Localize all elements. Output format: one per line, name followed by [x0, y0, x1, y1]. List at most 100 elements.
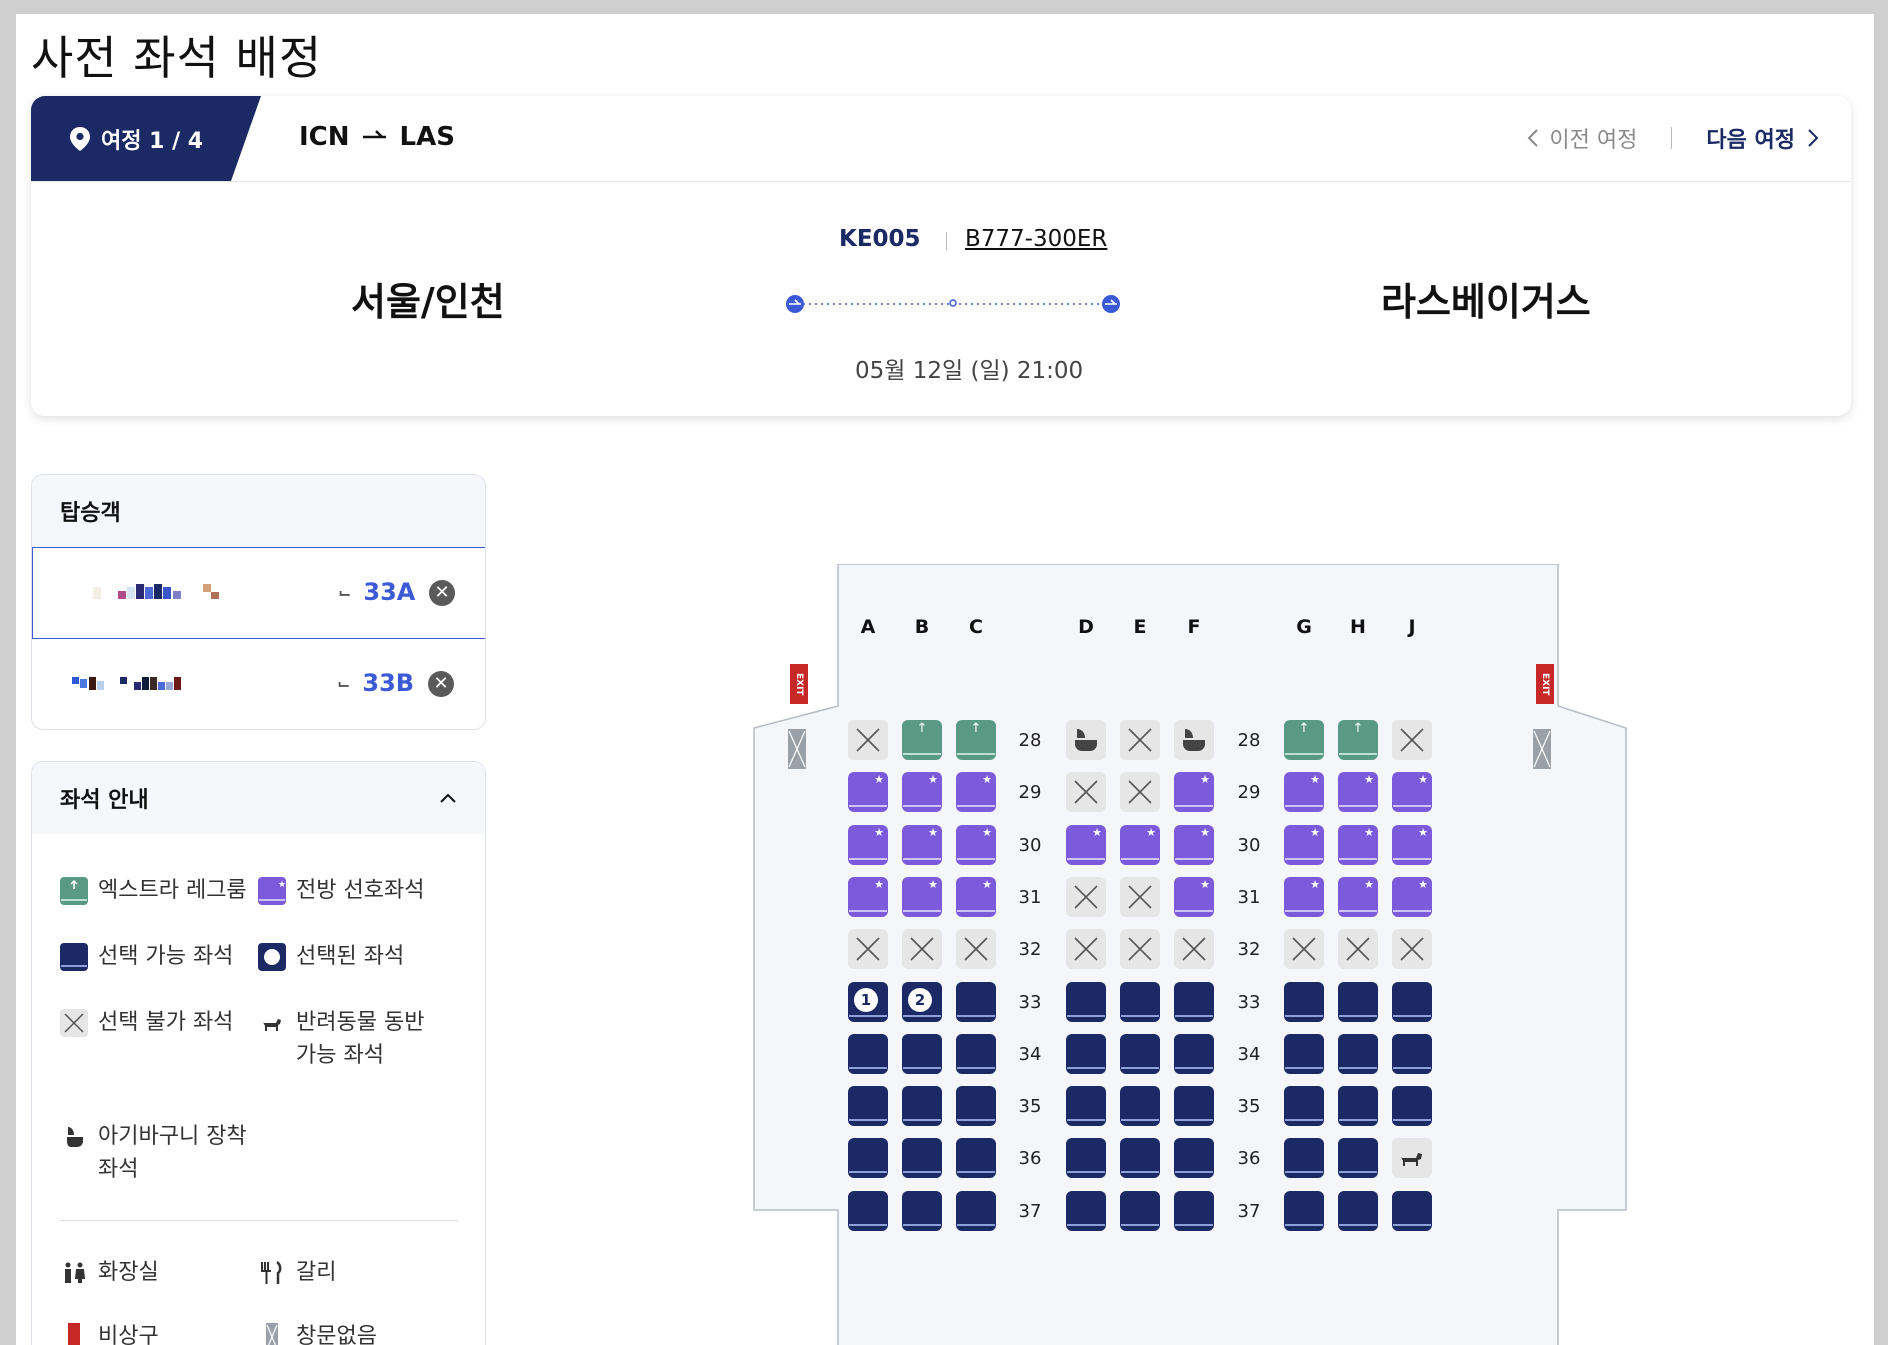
seat-36A[interactable]	[848, 1138, 888, 1179]
seat-34C[interactable]	[956, 1033, 996, 1074]
seat-29E	[1120, 772, 1160, 813]
seat-30A[interactable]: ★	[848, 824, 888, 865]
flight-date: 05월 12일 (일) 21:00	[855, 358, 1084, 384]
blocked-x-icon	[1292, 937, 1316, 961]
seat-37A[interactable]	[848, 1190, 888, 1231]
seat-35D[interactable]	[1066, 1086, 1106, 1127]
remove-seat-button-2[interactable]: ✕	[428, 671, 454, 697]
seat-30J[interactable]: ★	[1392, 824, 1432, 865]
seat-30F[interactable]: ★	[1174, 824, 1214, 865]
seat-34H[interactable]	[1338, 1033, 1378, 1074]
row-label-34-right: 34	[1237, 1043, 1261, 1065]
next-journey-button[interactable]: 다음 여정	[1706, 122, 1819, 154]
seat-29A[interactable]: ★	[848, 772, 888, 813]
seat-34J[interactable]	[1392, 1033, 1432, 1074]
seat-28G[interactable]: ↑	[1284, 720, 1324, 760]
seat-28C[interactable]: ↑	[956, 720, 996, 760]
aircraft-type-link[interactable]: B777-300ER	[965, 226, 1107, 252]
seat-33G[interactable]	[1284, 981, 1324, 1022]
seat-35H[interactable]	[1338, 1086, 1378, 1127]
star-icon: ★	[1092, 825, 1102, 839]
seat-34E[interactable]	[1120, 1033, 1160, 1074]
seat-29C[interactable]: ★	[956, 772, 996, 813]
seat-29H[interactable]: ★	[1338, 772, 1378, 813]
seat-34F[interactable]	[1174, 1033, 1214, 1074]
seat-35J[interactable]	[1392, 1086, 1432, 1127]
page-title: 사전 좌석 배정	[31, 31, 323, 85]
seat-legend-header[interactable]: 좌석 안내	[32, 762, 485, 834]
seat-31H[interactable]: ★	[1338, 876, 1378, 917]
seat-33H[interactable]	[1338, 981, 1378, 1022]
seat-28B[interactable]: ↑	[902, 720, 942, 760]
seat-36F[interactable]	[1174, 1138, 1214, 1179]
seat-37F[interactable]	[1174, 1190, 1214, 1231]
seat-33F[interactable]	[1174, 981, 1214, 1022]
seat-34A[interactable]	[848, 1033, 888, 1074]
seat-35A[interactable]	[848, 1086, 888, 1127]
seat-29D	[1066, 772, 1106, 813]
seat-30E[interactable]: ★	[1120, 824, 1160, 865]
star-icon: ★	[982, 877, 992, 891]
seat-31F[interactable]: ★	[1174, 876, 1214, 917]
seat-35C[interactable]	[956, 1086, 996, 1127]
seat-33C[interactable]	[956, 981, 996, 1022]
seat-30D[interactable]: ★	[1066, 824, 1106, 865]
seat-29B[interactable]: ★	[902, 772, 942, 813]
seat-36D[interactable]	[1066, 1138, 1106, 1179]
seat-37J[interactable]	[1392, 1190, 1432, 1231]
passenger-seat-label: 33B	[362, 669, 415, 697]
chevron-up-icon[interactable]	[439, 792, 457, 804]
seat-30H[interactable]: ★	[1338, 824, 1378, 865]
seat-33B[interactable]: 2	[902, 981, 942, 1022]
seat-29J[interactable]: ★	[1392, 772, 1432, 813]
seat-34D[interactable]	[1066, 1033, 1106, 1074]
star-icon: ★	[874, 825, 884, 839]
blocked-x-icon	[1128, 937, 1152, 961]
seat-33J[interactable]	[1392, 981, 1432, 1022]
seat-34B[interactable]	[902, 1033, 942, 1074]
seat-30G[interactable]: ★	[1284, 824, 1324, 865]
passenger-row-1[interactable]: ⌙ 33A ✕	[32, 547, 485, 639]
seat-36G[interactable]	[1284, 1138, 1324, 1179]
seat-37D[interactable]	[1066, 1190, 1106, 1231]
legend-item-bassinet: 아기바구니 장착 좌석	[60, 1120, 247, 1186]
passenger-row-2[interactable]: ⌙ 33B ✕	[32, 639, 485, 729]
seat-37C[interactable]	[956, 1190, 996, 1231]
seat-37E[interactable]	[1120, 1190, 1160, 1231]
seat-33A[interactable]: 1	[848, 981, 888, 1022]
seat-36C[interactable]	[956, 1138, 996, 1179]
seat-34G[interactable]	[1284, 1033, 1324, 1074]
star-icon: ★	[1364, 773, 1374, 787]
seat-35E[interactable]	[1120, 1086, 1160, 1127]
seat-36B[interactable]	[902, 1138, 942, 1179]
seat-37G[interactable]	[1284, 1190, 1324, 1231]
seat-28F[interactable]	[1174, 720, 1214, 760]
seat-35F[interactable]	[1174, 1086, 1214, 1127]
seat-36H[interactable]	[1338, 1138, 1378, 1179]
passenger-name-redacted-1	[93, 584, 219, 599]
seat-36J[interactable]	[1392, 1138, 1432, 1179]
seat-33E[interactable]	[1120, 981, 1160, 1022]
seat-35G[interactable]	[1284, 1086, 1324, 1127]
seat-28D[interactable]	[1066, 720, 1106, 760]
seat-31A[interactable]: ★	[848, 876, 888, 917]
seat-30C[interactable]: ★	[956, 824, 996, 865]
seat-35B[interactable]	[902, 1086, 942, 1127]
remove-seat-button-1[interactable]: ✕	[429, 580, 455, 606]
seat-36E[interactable]	[1120, 1138, 1160, 1179]
row-label-31-right: 31	[1237, 886, 1261, 908]
seat-30B[interactable]: ★	[902, 824, 942, 865]
seat-29F[interactable]: ★	[1174, 772, 1214, 813]
available-seat-icon	[60, 943, 88, 971]
seat-37H[interactable]	[1338, 1190, 1378, 1231]
seat-31C[interactable]: ★	[956, 876, 996, 917]
seat-31G[interactable]: ★	[1284, 876, 1324, 917]
seat-31J[interactable]: ★	[1392, 876, 1432, 917]
legend-item-pet: 반려동물 동반 가능 좌석	[258, 1006, 424, 1072]
seat-28H[interactable]: ↑	[1338, 720, 1378, 760]
seat-31B[interactable]: ★	[902, 876, 942, 917]
seat-33D[interactable]	[1066, 981, 1106, 1022]
prev-journey-button[interactable]: 이전 여정	[1527, 122, 1637, 154]
seat-29G[interactable]: ★	[1284, 772, 1324, 813]
seat-37B[interactable]	[902, 1190, 942, 1231]
